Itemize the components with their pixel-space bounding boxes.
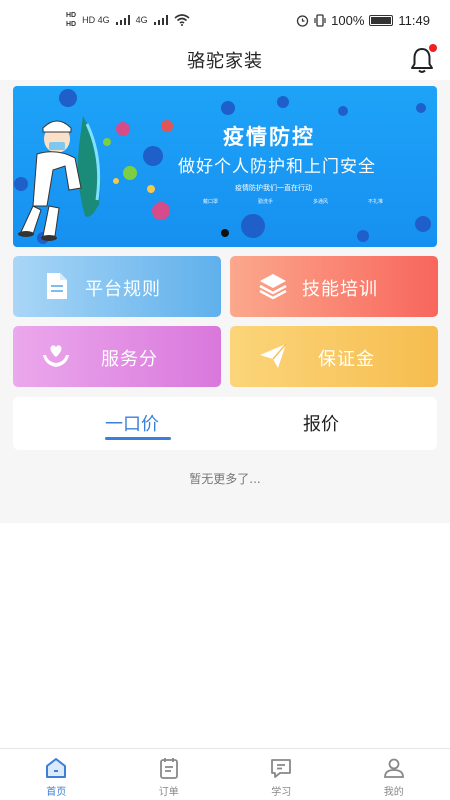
network-right-label: 4G xyxy=(135,15,148,25)
signal-icon-2 xyxy=(153,15,168,25)
nav-item-home[interactable]: 首页 xyxy=(0,749,113,800)
chat-icon xyxy=(271,759,292,778)
nav-item-learning[interactable]: 学习 xyxy=(225,749,338,800)
active-tab-indicator xyxy=(105,437,171,440)
alarm-icon xyxy=(297,14,309,27)
main-content: 疫情防控 做好个人防护和上门安全 疫情防护我们一直在行动 戴口罩 勤洗手 多通风… xyxy=(0,80,450,523)
app-screen: HD HD HD 4G 4G 100% 11:49 骆驼家装 疫情防控 做好个人… xyxy=(0,0,450,800)
nav-item-profile[interactable]: 我的 xyxy=(338,749,450,800)
nav-item-orders[interactable]: 订单 xyxy=(113,749,226,800)
clock: 11:49 xyxy=(398,12,430,28)
layers-icon xyxy=(259,274,287,300)
network-left-label: HD 4G xyxy=(82,15,110,25)
price-tabs: 一口价 报价 xyxy=(13,397,437,450)
nav-label: 学习 xyxy=(271,787,292,798)
card-label: 平台规则 xyxy=(85,279,161,300)
banner-headline: 疫情防控 xyxy=(223,125,315,149)
nav-label: 订单 xyxy=(158,787,179,798)
banner-tip: 多通风 xyxy=(312,199,328,205)
card-label: 服务分 xyxy=(101,349,158,370)
deposit-card[interactable]: 保证金 xyxy=(230,326,438,387)
nav-label: 我的 xyxy=(383,787,404,798)
heart-hand-icon xyxy=(43,345,69,367)
banner-tip: 不扎堆 xyxy=(367,199,383,205)
wifi-icon xyxy=(174,14,190,26)
tab-quote[interactable]: 报价 xyxy=(303,410,339,436)
service-score-card[interactable]: 服务分 xyxy=(13,326,221,387)
promo-banner[interactable]: 疫情防控 做好个人防护和上门安全 疫情防护我们一直在行动 戴口罩 勤洗手 多通风… xyxy=(13,86,437,247)
document-icon xyxy=(47,273,67,299)
banner-tips: 戴口罩 勤洗手 多通风 不扎堆 xyxy=(203,198,383,205)
banner-caption: 疫情防护我们一直在行动 xyxy=(235,184,312,192)
battery-icon xyxy=(369,14,394,26)
hd-icon: HD HD xyxy=(66,12,77,28)
home-icon xyxy=(46,758,67,778)
banner-tip: 勤洗手 xyxy=(257,199,273,205)
card-label: 保证金 xyxy=(318,349,375,370)
notification-dot xyxy=(429,44,437,52)
battery-percent: 100% xyxy=(331,12,365,28)
notification-button[interactable] xyxy=(408,44,437,75)
page-title: 骆驼家装 xyxy=(187,51,263,72)
vibrate-icon xyxy=(314,13,326,27)
system-indicators: 100% 11:49 xyxy=(296,13,430,28)
bottom-nav: 首页 订单 学习 我的 xyxy=(0,748,450,800)
clipboard-icon xyxy=(159,758,178,779)
nav-label: 首页 xyxy=(46,787,67,798)
paper-plane-icon xyxy=(260,343,287,368)
status-bar: HD HD HD 4G 4G 100% 11:49 xyxy=(0,0,450,40)
banner-pager-dot[interactable] xyxy=(221,229,229,237)
platform-rules-card[interactable]: 平台规则 xyxy=(13,256,221,317)
signal-icon xyxy=(115,15,130,25)
banner-subheadline: 做好个人防护和上门安全 xyxy=(178,157,376,177)
app-header: 骆驼家装 xyxy=(0,40,450,80)
skill-training-card[interactable]: 技能培训 xyxy=(230,256,438,317)
network-indicators: HD HD HD 4G 4G xyxy=(66,11,190,29)
banner-tip: 戴口罩 xyxy=(203,199,219,205)
user-icon xyxy=(383,758,404,778)
card-label: 技能培训 xyxy=(302,279,378,300)
empty-list-text: 暂无更多了... xyxy=(189,472,261,486)
tab-fixed-price[interactable]: 一口价 xyxy=(105,410,159,436)
